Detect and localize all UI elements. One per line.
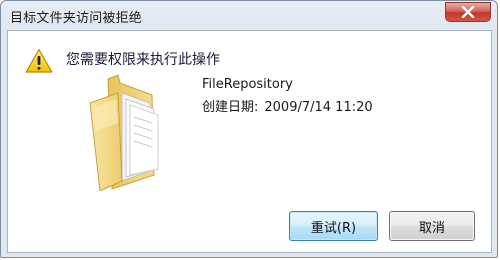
- dialog-window: 目标文件夹访问被拒绝 您需要权限来执行此操作 FileRepository 创建…: [0, 0, 498, 258]
- close-icon: [461, 6, 475, 18]
- date-label: 创建日期:: [202, 100, 259, 115]
- title-bar[interactable]: 目标文件夹访问被拒绝: [1, 1, 497, 30]
- dialog-body: 您需要权限来执行此操作 FileRepository 创建日期: 2009/7/…: [7, 30, 492, 253]
- close-button[interactable]: [445, 2, 491, 22]
- window-title: 目标文件夹访问被拒绝: [10, 11, 143, 26]
- cancel-button[interactable]: 取消: [389, 211, 475, 241]
- file-date-row: 创建日期: 2009/7/14 11:20: [202, 96, 373, 115]
- retry-button[interactable]: 重试(R): [289, 211, 378, 241]
- date-value: 2009/7/14 11:20: [264, 100, 373, 115]
- warning-triangle-icon: [25, 48, 53, 73]
- folder-icon: [89, 74, 159, 191]
- file-name: FileRepository: [202, 77, 293, 92]
- dialog-message: 您需要权限来执行此操作: [66, 52, 220, 68]
